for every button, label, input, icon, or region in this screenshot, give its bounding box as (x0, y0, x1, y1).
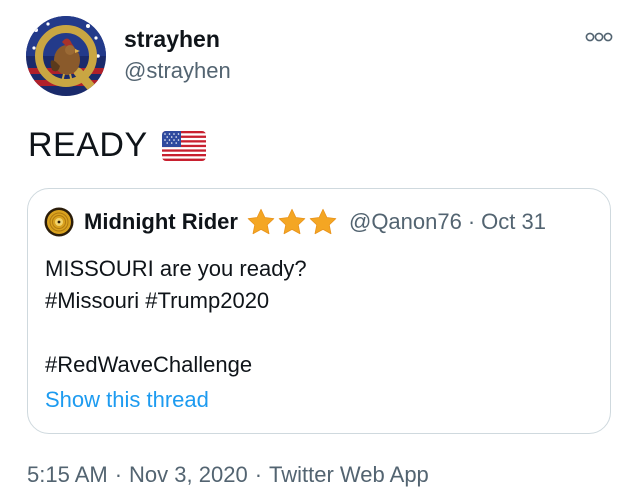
quoted-tweet-card[interactable]: Midnight Rider @Qanon76 · Oct 31 MISSOUR… (27, 188, 611, 434)
quoted-author-name[interactable]: Midnight Rider (84, 209, 238, 235)
author-avatar[interactable] (26, 16, 106, 96)
q-logo-rooster-avatar-icon (26, 16, 106, 96)
tweet-meta: 5:15 AM · Nov 3, 2020 · Twitter Web App (27, 462, 429, 488)
star-rating (246, 207, 339, 237)
quoted-text-line (45, 317, 307, 349)
gold-record-avatar-icon[interactable] (44, 207, 74, 237)
quoted-text-line: #Missouri #Trump2020 (45, 288, 270, 313)
separator-dot: · (254, 462, 263, 487)
quoted-tweet-header: Midnight Rider @Qanon76 · Oct 31 (44, 207, 546, 237)
quoted-tweet-date[interactable]: Oct 31 (481, 209, 546, 235)
tweet-text-row: READY (28, 126, 206, 165)
separator-dot: · (114, 462, 123, 487)
show-this-thread-link[interactable]: Show this thread (45, 387, 209, 413)
us-flag-icon (161, 130, 206, 161)
quoted-author-handle[interactable]: @Qanon76 (349, 209, 462, 235)
star-icon (309, 208, 337, 235)
quoted-tweet-text: MISSOURI are you ready? #Missouri #Trump… (45, 253, 307, 381)
tweet-text: READY (28, 126, 148, 164)
tweet-date[interactable]: Nov 3, 2020 (129, 462, 248, 487)
author-name[interactable]: strayhen (124, 26, 220, 53)
author-handle[interactable]: @strayhen (124, 58, 231, 84)
separator-dot: · (467, 209, 476, 234)
tweet-source-link[interactable]: Twitter Web App (269, 462, 429, 487)
quoted-text-line: #RedWaveChallenge (45, 352, 253, 377)
more-options-icon (585, 32, 613, 42)
quoted-text-line: MISSOURI are you ready? (45, 256, 307, 281)
star-icon (278, 208, 306, 235)
tweet: strayhen @strayhen READY Midnight Rider … (0, 0, 640, 502)
more-options-button[interactable] (584, 28, 614, 46)
tweet-time[interactable]: 5:15 AM (27, 462, 108, 487)
star-icon (247, 208, 275, 235)
